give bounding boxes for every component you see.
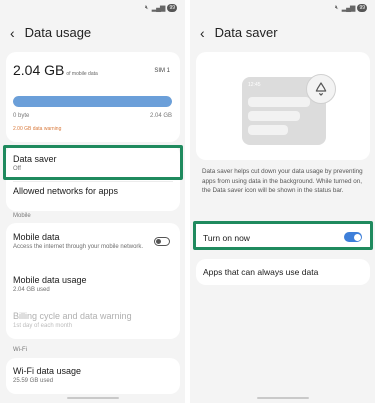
illustration-bar	[248, 111, 300, 121]
data-saver-screen: 🔇︎ ▂▄▆ 99 ‹ Data saver 12:45 Data saver …	[190, 0, 375, 403]
illustration-bar	[248, 97, 310, 107]
usage-amount: 2.04 GB of mobile data	[13, 62, 98, 78]
header: ‹ Data saver	[200, 24, 278, 42]
allowed-networks-item[interactable]: Allowed networks for apps	[6, 186, 180, 196]
mobile-data-title: Mobile data	[13, 232, 60, 242]
apps-always-use-data-item[interactable]: Apps that can always use data	[196, 259, 370, 285]
signal-icon: ▂▄▆	[341, 5, 356, 12]
allowed-networks-title: Allowed networks for apps	[13, 186, 119, 196]
mobile-data-toggle[interactable]	[154, 237, 170, 246]
back-button[interactable]: ‹	[10, 24, 15, 42]
battery-icon: 99	[167, 4, 177, 12]
turn-on-now-item[interactable]: Turn on now	[193, 221, 373, 250]
section-label-mobile: Mobile	[13, 213, 31, 219]
mute-icon: 🔇︎	[334, 4, 339, 11]
apps-always-use-data-label: Apps that can always use data	[203, 267, 319, 277]
divider	[13, 181, 173, 182]
page-title: Data usage	[24, 25, 92, 40]
data-warning-text: 2.00 GB data warning	[13, 126, 62, 132]
recycle-icon	[315, 82, 327, 96]
usage-value: 2.04 GB	[13, 62, 65, 78]
wifi-data-usage-item[interactable]: Wi-Fi data usage 25.59 GB used	[13, 366, 81, 385]
billing-cycle-title: Billing cycle and data warning	[13, 311, 132, 321]
status-bar: 🔇︎ ▂▄▆ 99	[335, 4, 367, 12]
mobile-data-usage-item[interactable]: Mobile data usage 2.04 GB used	[13, 275, 173, 294]
bar-min-label: 0 byte	[13, 113, 30, 119]
data-saver-title: Data saver	[13, 154, 57, 164]
illustration-time: 12:45	[248, 82, 261, 88]
data-saver-status: Off	[13, 166, 21, 172]
status-bar: 🔇︎ ▂▄▆ 99	[145, 4, 177, 12]
illustration-card: 12:45	[196, 52, 370, 160]
wifi-card: Wi-Fi data usage 25.59 GB used	[6, 358, 180, 394]
data-saver-description: Data saver helps cut down your data usag…	[202, 168, 363, 194]
data-usage-screen: 🔇︎ ▂▄▆ 99 ‹ Data usage 2.04 GB of mobile …	[0, 0, 185, 403]
mobile-data-desc: Access the internet through your mobile …	[13, 244, 144, 250]
wifi-data-usage-title: Wi-Fi data usage	[13, 366, 82, 376]
section-label-wifi: Wi-Fi	[13, 347, 27, 353]
usage-unit: of mobile data	[66, 71, 98, 77]
signal-icon: ▂▄▆	[151, 5, 166, 12]
billing-cycle-item: Billing cycle and data warning 1st day o…	[13, 311, 173, 330]
mobile-data-usage-title: Mobile data usage	[13, 275, 87, 285]
switch-knob	[353, 233, 361, 241]
illustration-bar	[248, 125, 288, 135]
toggle-knob	[156, 239, 161, 244]
mobile-data-usage-value: 2.04 GB used	[13, 287, 50, 293]
billing-cycle-value: 1st day of each month	[13, 323, 73, 329]
header: ‹ Data usage	[10, 24, 91, 42]
back-button[interactable]: ‹	[200, 24, 205, 42]
menu-card: Data saver Off Allowed networks for apps	[3, 145, 183, 211]
turn-on-now-label: Turn on now	[203, 233, 250, 243]
usage-progress-fill	[13, 96, 172, 107]
home-indicator[interactable]	[256, 397, 309, 399]
mobile-card: Mobile data Access the internet through …	[6, 223, 180, 339]
home-indicator[interactable]	[66, 397, 119, 399]
usage-progress-bar	[13, 96, 172, 107]
mobile-data-item[interactable]: Mobile data Access the internet through …	[13, 232, 146, 251]
bar-max-label: 2.04 GB	[149, 113, 172, 119]
sim-label: SIM 1	[154, 68, 170, 74]
turn-on-now-switch[interactable]	[344, 232, 362, 242]
usage-card[interactable]: 2.04 GB of mobile data SIM 1 0 byte 2.04 …	[6, 52, 180, 142]
page-title: Data saver	[214, 25, 278, 40]
wifi-data-usage-value: 25.59 GB used	[13, 378, 54, 384]
data-saver-icon	[306, 74, 336, 104]
mute-icon: 🔇︎	[144, 4, 149, 11]
data-saver-item[interactable]: Data saver Off	[3, 145, 183, 180]
battery-icon: 99	[357, 4, 367, 12]
